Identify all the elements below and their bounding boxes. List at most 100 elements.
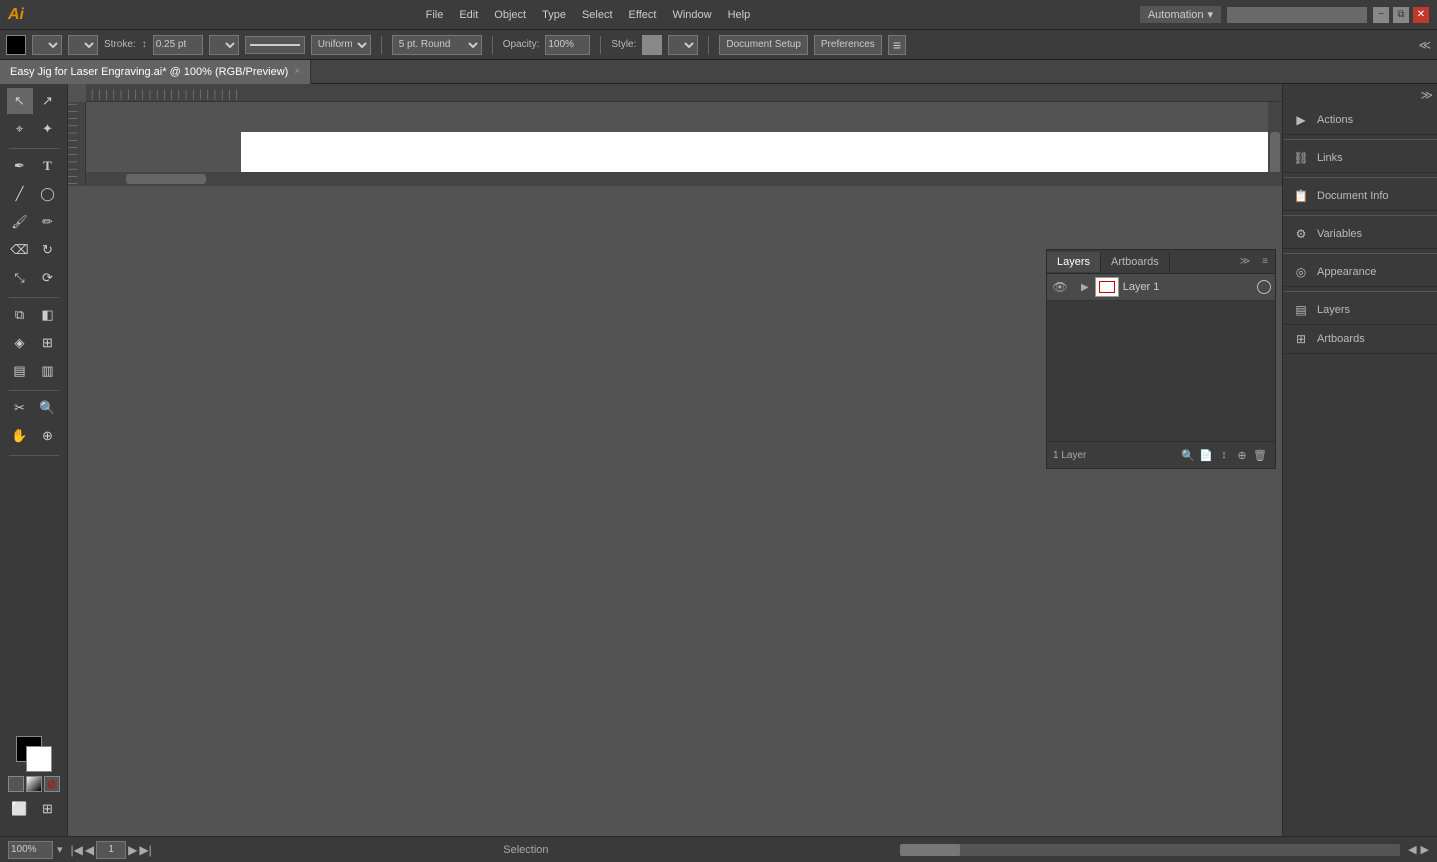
eraser-tool[interactable]: ⌫	[7, 237, 33, 263]
none-icon[interactable]: ⊘	[44, 776, 60, 792]
hand-tool[interactable]: ✋	[7, 423, 33, 449]
layer-visibility-icon[interactable]: 👁	[1051, 278, 1069, 296]
nav-last-btn[interactable]: ▶|	[139, 843, 151, 857]
rotate-tool[interactable]: ↻	[35, 237, 61, 263]
artboard-tool[interactable]: ⊞	[35, 796, 61, 822]
menu-object[interactable]: Object	[487, 6, 533, 24]
status-arrow-left-icon[interactable]: ◀	[1408, 843, 1416, 856]
stroke-color-select[interactable]	[68, 35, 98, 55]
preferences-button[interactable]: Preferences	[814, 35, 882, 55]
pencil-tool[interactable]: ✏	[35, 209, 61, 235]
layer-expand-icon[interactable]: ▶	[1081, 282, 1089, 293]
shape-builder-tool[interactable]: ◧	[35, 302, 61, 328]
menu-type[interactable]: Type	[535, 6, 573, 24]
options-extra[interactable]: ≡	[888, 35, 906, 55]
stroke-profile[interactable]	[245, 36, 305, 54]
layers-search-btn[interactable]: 🔍	[1179, 446, 1197, 464]
scrollbar-horizontal[interactable]	[86, 172, 1268, 186]
stroke-value-input[interactable]	[153, 35, 203, 55]
warp-tool[interactable]: ⟳	[35, 265, 61, 291]
nav-prev-btn[interactable]: ◀	[85, 843, 94, 857]
menu-edit[interactable]: Edit	[452, 6, 485, 24]
scale-tool[interactable]: ⤡	[7, 265, 33, 291]
panel-menu-icon[interactable]: ≡	[1255, 252, 1275, 272]
nav-first-btn[interactable]: |◀	[71, 843, 83, 857]
menu-select[interactable]: Select	[575, 6, 620, 24]
type-tool[interactable]: T	[35, 153, 61, 179]
screen-mode-button[interactable]: ⬜	[7, 796, 33, 822]
zoom2-tool[interactable]: ⊕	[35, 423, 61, 449]
menu-help[interactable]: Help	[721, 6, 758, 24]
slice-tool[interactable]: ✂	[7, 395, 33, 421]
zoom-chevron-icon[interactable]: ▾	[57, 843, 63, 856]
gradient-icon[interactable]	[26, 776, 42, 792]
ruler-h-marks: │ │ │ │ │ │ │ │ │ │ │ │ │ │ │ │ │ │ │ │ …	[86, 90, 243, 99]
menu-file[interactable]: File	[419, 6, 451, 24]
brush-select[interactable]: 5 pt. Round	[392, 35, 482, 55]
panel-expand-icon[interactable]: ≫	[1235, 252, 1255, 272]
selection-tool[interactable]: ↖	[7, 88, 33, 114]
restore-button[interactable]: ⧉	[1393, 7, 1409, 23]
layer-target-icon[interactable]	[1257, 280, 1271, 294]
magic-wand-tool[interactable]: ✦	[35, 116, 61, 142]
panel-item-layers[interactable]: ▤ Layers	[1283, 296, 1437, 325]
line-tool[interactable]: ╱	[7, 181, 33, 207]
lasso-tool[interactable]: ⌖	[7, 116, 33, 142]
background-color[interactable]	[26, 746, 52, 772]
color-mode-icons: ⊘	[8, 776, 60, 792]
layers-tab[interactable]: Layers	[1047, 252, 1101, 272]
zoom-tool[interactable]: 🔍	[35, 395, 61, 421]
panel-toggle-icon[interactable]: ≪	[1418, 38, 1431, 52]
mesh-tool[interactable]: ⊞	[35, 330, 61, 356]
ellipse-tool[interactable]: ◯	[35, 181, 61, 207]
stroke-arrows: ↕	[142, 39, 147, 50]
fill-swatch[interactable]	[6, 35, 26, 55]
panel-item-actions[interactable]: ▶ Actions	[1283, 106, 1437, 135]
color-pair[interactable]	[16, 736, 52, 772]
tab-close-icon[interactable]: ×	[294, 66, 300, 77]
layers-new-layer-btn[interactable]: 📄	[1197, 446, 1215, 464]
profile-select[interactable]: Uniform	[311, 35, 371, 55]
paintbrush-tool[interactable]: 🖌	[7, 209, 33, 235]
opacity-input[interactable]	[545, 35, 590, 55]
layer-row-1[interactable]: 👁 ▶ Layer 1	[1047, 274, 1275, 301]
perspective-tool[interactable]: ◈	[7, 330, 33, 356]
status-scrollbar[interactable]	[900, 844, 1400, 856]
panel-item-artboards[interactable]: ⊞ Artboards	[1283, 325, 1437, 354]
gradient-tool[interactable]: ▤	[7, 358, 33, 384]
color-mode-icon[interactable]	[8, 776, 24, 792]
panel-item-appearance[interactable]: ◎ Appearance	[1283, 258, 1437, 287]
layers-move-btn[interactable]: ↕	[1215, 446, 1233, 464]
nav-next-btn[interactable]: ▶	[128, 843, 137, 857]
pen-tool[interactable]: ✒	[7, 153, 33, 179]
zoom-input[interactable]	[8, 841, 53, 859]
panel-item-doc-info[interactable]: 📋 Document Info	[1283, 182, 1437, 211]
style-select[interactable]	[668, 35, 698, 55]
minimize-button[interactable]: −	[1373, 7, 1389, 23]
canvas-scroll-area[interactable]: THE GOWLERY WWW.GOWLERY.COM	[86, 102, 1282, 186]
scrollbar-h-thumb[interactable]	[126, 174, 206, 184]
stroke-unit-select[interactable]	[209, 35, 239, 55]
fill-select[interactable]	[32, 35, 62, 55]
status-arrow-right-icon[interactable]: ▶	[1421, 843, 1429, 856]
bar-chart-tool[interactable]: ▥	[35, 358, 61, 384]
artboards-tab[interactable]: Artboards	[1101, 252, 1170, 272]
menu-effect[interactable]: Effect	[622, 6, 664, 24]
menu-window[interactable]: Window	[665, 6, 718, 24]
search-input[interactable]	[1227, 7, 1367, 23]
layers-add-btn[interactable]: ⊕	[1233, 446, 1251, 464]
layers-delete-btn[interactable]: 🗑	[1251, 446, 1269, 464]
panel-collapse-icon[interactable]: ≫	[1420, 88, 1433, 102]
document-setup-button[interactable]: Document Setup	[719, 35, 808, 55]
artboard-num-input[interactable]	[96, 841, 126, 859]
automation-button[interactable]: Automation ▾	[1140, 6, 1221, 23]
tab-main[interactable]: Easy Jig for Laser Engraving.ai* @ 100% …	[0, 60, 311, 84]
scrollbar-vertical[interactable]	[1268, 102, 1282, 172]
style-swatch[interactable]	[642, 35, 662, 55]
close-button[interactable]: ✕	[1413, 7, 1429, 23]
direct-selection-tool[interactable]: ↗	[35, 88, 61, 114]
panel-item-variables[interactable]: ⚙ Variables	[1283, 220, 1437, 249]
panel-item-links[interactable]: ⛓ Links	[1283, 144, 1437, 173]
layers-icon: ▤	[1293, 302, 1309, 318]
free-transform-tool[interactable]: ⧉	[7, 302, 33, 328]
